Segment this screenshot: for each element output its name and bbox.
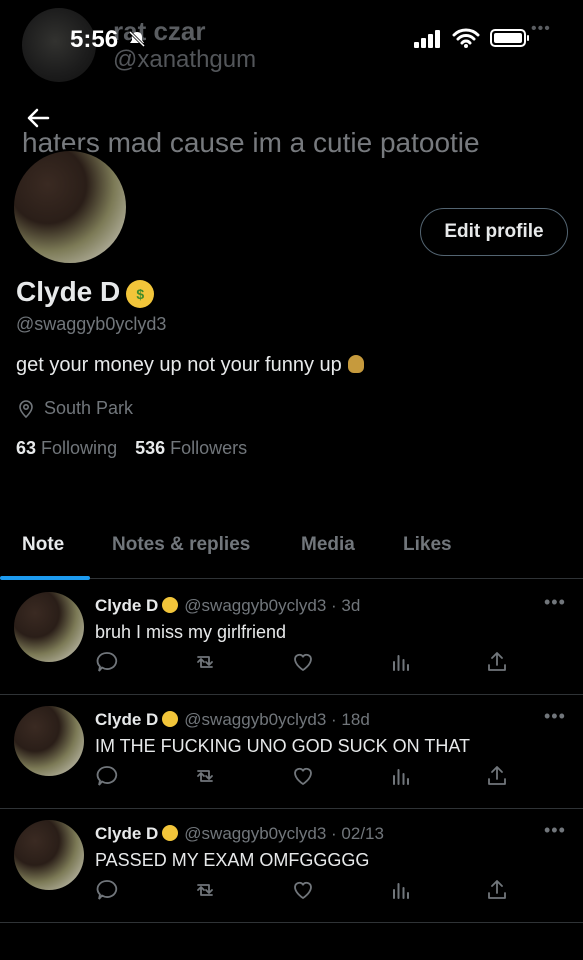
followers-label: Followers bbox=[170, 438, 248, 458]
reply-icon[interactable] bbox=[95, 764, 119, 788]
like-heart-icon[interactable] bbox=[291, 764, 315, 788]
tab-notes-replies[interactable]: Notes & replies bbox=[112, 534, 250, 556]
like-heart-icon[interactable] bbox=[291, 878, 315, 902]
following-link[interactable]: 63 Following bbox=[16, 438, 117, 459]
views-analytics-icon[interactable] bbox=[389, 878, 413, 902]
reply-icon[interactable] bbox=[95, 878, 119, 902]
tweet-actions bbox=[95, 764, 515, 788]
tweet-avatar[interactable] bbox=[14, 592, 84, 662]
tweet-author-name[interactable]: Clyde D bbox=[95, 710, 158, 729]
battery-icon bbox=[490, 29, 529, 47]
retweet-icon[interactable] bbox=[193, 650, 217, 674]
status-time: 5:56 bbox=[70, 26, 119, 53]
views-analytics-icon[interactable] bbox=[389, 764, 413, 788]
profile-display-name: Clyde D $ bbox=[16, 276, 155, 308]
edit-profile-button[interactable]: Edit profile bbox=[420, 208, 568, 256]
mute-icon bbox=[128, 30, 146, 48]
followers-count: 536 bbox=[135, 438, 166, 458]
signal-icon bbox=[414, 30, 440, 48]
like-heart-icon[interactable] bbox=[291, 650, 315, 674]
profile-tabs: Note Notes & replies Media Likes bbox=[0, 520, 583, 578]
tweet-header: Clyde D @swaggyb0yclyd3 · 02/13 bbox=[95, 824, 384, 843]
profile-avatar[interactable] bbox=[12, 149, 128, 265]
profile-name-text: Clyde D bbox=[16, 276, 121, 307]
tweet-handle[interactable]: @swaggyb0yclyd3 bbox=[184, 824, 326, 843]
tweet-actions bbox=[95, 878, 515, 902]
money-mouth-emoji-icon: $ bbox=[126, 279, 155, 308]
following-label: Following bbox=[41, 438, 118, 458]
tweet-item[interactable]: Clyde D @swaggyb0yclyd3 · 3d ••• bruh I m… bbox=[0, 580, 583, 695]
share-icon[interactable] bbox=[485, 764, 509, 788]
ghost-name: rat czar bbox=[113, 16, 206, 46]
following-count: 63 bbox=[16, 438, 37, 458]
share-icon[interactable] bbox=[485, 878, 509, 902]
tweet-text: PASSED MY EXAM OMFGGGGG bbox=[95, 850, 370, 870]
location-pin-icon bbox=[19, 399, 33, 418]
tweet-handle[interactable]: @swaggyb0yclyd3 bbox=[184, 710, 326, 729]
followers-link[interactable]: 536 Followers bbox=[135, 438, 247, 459]
profile-handle: @swaggyb0yclyd3 bbox=[16, 314, 167, 334]
ghost-handle: @xanathgum bbox=[113, 46, 257, 73]
reply-icon[interactable] bbox=[95, 650, 119, 674]
tweet-handle[interactable]: @swaggyb0yclyd3 bbox=[184, 596, 326, 615]
back-arrow-icon[interactable] bbox=[24, 104, 52, 132]
more-options-icon[interactable]: ••• bbox=[544, 592, 566, 613]
tweet-time: 3d bbox=[341, 596, 361, 615]
money-mouth-emoji-icon bbox=[162, 711, 179, 727]
retweet-icon[interactable] bbox=[193, 764, 217, 788]
profile-bio-text: get your money up not your funny up bbox=[16, 354, 342, 376]
tweet-time: 18d bbox=[341, 710, 370, 729]
tweet-time: 02/13 bbox=[341, 824, 384, 843]
tab-media[interactable]: Media bbox=[301, 534, 355, 556]
more-options-icon[interactable]: ••• bbox=[544, 706, 566, 727]
tab-likes[interactable]: Likes bbox=[403, 534, 452, 556]
tweet-avatar[interactable] bbox=[14, 820, 84, 890]
tweet-header: Clyde D @swaggyb0yclyd3 · 3d bbox=[95, 596, 361, 615]
retweet-icon[interactable] bbox=[193, 878, 217, 902]
tweet-author-name[interactable]: Clyde D bbox=[95, 824, 158, 843]
tweet-header: Clyde D @swaggyb0yclyd3 · 18d bbox=[95, 710, 370, 729]
wifi-icon bbox=[452, 28, 480, 48]
tweet-text: bruh I miss my girlfriend bbox=[95, 622, 287, 642]
profile-location: South Park bbox=[16, 398, 133, 419]
share-icon[interactable] bbox=[485, 650, 509, 674]
tweet-author-name[interactable]: Clyde D bbox=[95, 596, 158, 615]
tweet-item[interactable]: Clyde D @swaggyb0yclyd3 · 02/13 ••• PASSE… bbox=[0, 808, 583, 923]
views-analytics-icon[interactable] bbox=[389, 650, 413, 674]
follow-stats: 63 Following 536 Followers bbox=[16, 438, 247, 459]
tab-note[interactable]: Note bbox=[22, 534, 64, 556]
money-mouth-emoji-icon bbox=[162, 825, 179, 841]
profile-bio: get your money up not your funny up bbox=[16, 354, 364, 377]
tweet-text: IM THE FUCKING UNO GOD SUCK ON THAT bbox=[95, 736, 471, 756]
more-options-icon[interactable]: ••• bbox=[544, 820, 566, 841]
money-mouth-emoji-icon bbox=[162, 597, 179, 613]
tweet-actions bbox=[95, 650, 515, 674]
tweet-item[interactable]: Clyde D @swaggyb0yclyd3 · 18d ••• IM THE … bbox=[0, 694, 583, 809]
money-bag-emoji-icon bbox=[347, 355, 364, 373]
tweet-avatar[interactable] bbox=[14, 706, 84, 776]
status-dots-icon: ••• bbox=[531, 20, 551, 37]
location-text: South Park bbox=[44, 398, 134, 418]
